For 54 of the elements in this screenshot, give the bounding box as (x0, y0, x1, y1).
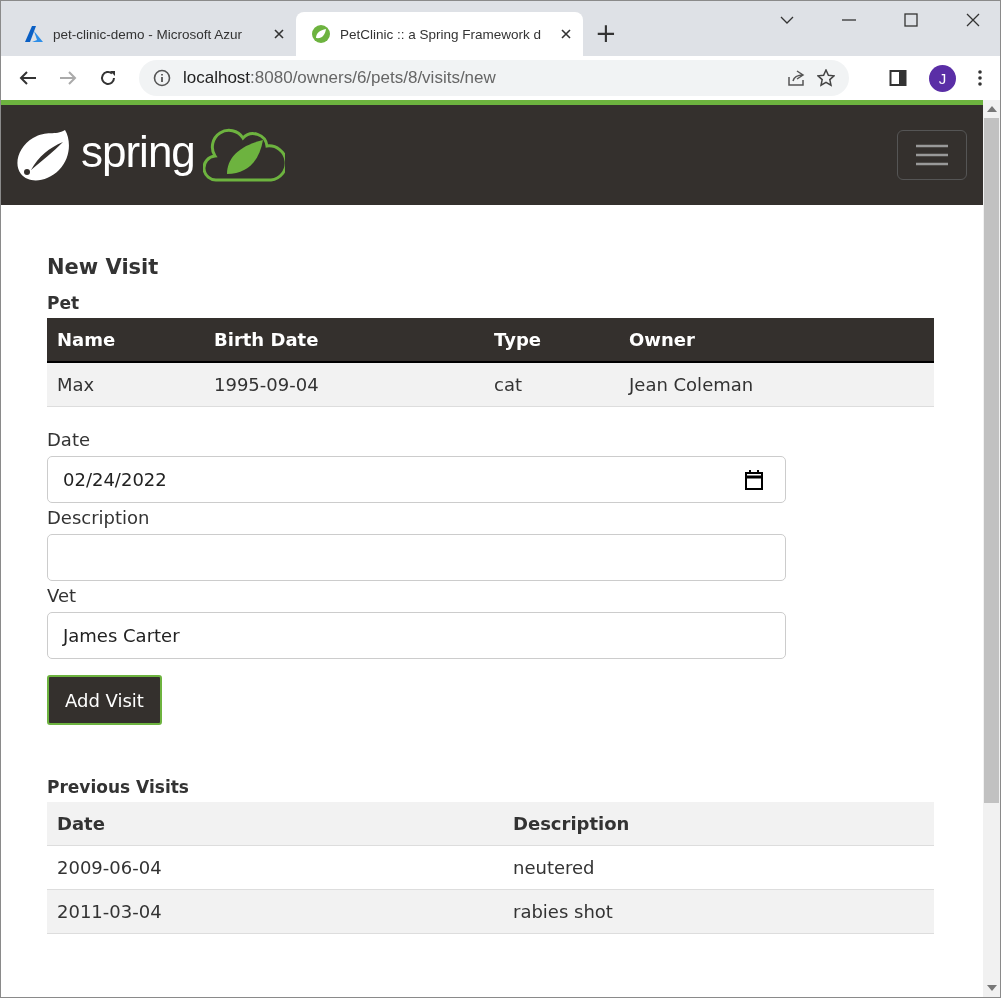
profile-avatar[interactable]: J (929, 64, 956, 92)
cloud-leaf-logo-icon (202, 128, 285, 182)
calendar-icon[interactable] (745, 469, 763, 490)
info-icon (153, 69, 171, 87)
scrollbar[interactable] (983, 100, 1000, 997)
menu-icon (916, 144, 948, 166)
logo-text: spring (81, 127, 195, 177)
section-heading: Previous Visits (47, 777, 190, 797)
add-visit-button[interactable]: Add Visit (47, 675, 162, 725)
vet-field[interactable]: James Carter (47, 612, 786, 659)
reload-icon[interactable] (99, 69, 117, 87)
close-icon[interactable] (274, 29, 284, 39)
field-label: Vet (47, 585, 77, 606)
column-header: Owner (619, 318, 934, 362)
column-header: Date (47, 802, 503, 846)
address-bar[interactable]: localhost:8080/owners/6/pets/8/visits/new (139, 60, 849, 96)
close-icon[interactable] (966, 13, 980, 27)
column-header: Type (484, 318, 619, 362)
star-icon[interactable] (817, 69, 835, 87)
table-cell: 2011-03-04 (47, 889, 503, 934)
leaf-icon (312, 25, 330, 43)
scroll-down-arrow-icon[interactable] (986, 985, 997, 991)
browser-tab[interactable]: PetClinic :: a Spring Framework d (296, 12, 583, 56)
table-cell: Jean Coleman (619, 362, 934, 407)
menu-toggle-button[interactable] (897, 130, 967, 180)
browser-tab[interactable]: pet-clinic-demo - Microsoft Azur (9, 12, 296, 56)
table-cell: rabies shot (503, 889, 934, 934)
table-cell: 2009-06-04 (47, 845, 503, 890)
table-cell: 1995-09-04 (204, 362, 484, 407)
chevron-down-icon[interactable] (780, 16, 794, 24)
column-header: Description (503, 802, 934, 846)
field-label: Description (47, 507, 150, 528)
column-header: Birth Date (204, 318, 484, 362)
field-label: Date (47, 429, 91, 450)
maximize-icon[interactable] (904, 13, 918, 27)
back-arrow-icon[interactable] (19, 70, 37, 86)
table-cell: neutered (503, 845, 934, 890)
date-field[interactable]: 02/24/2022 (47, 456, 786, 503)
tab-title: pet-clinic-demo - Microsoft Azur (53, 26, 244, 42)
new-tab-button[interactable]: + (591, 16, 621, 50)
page-title: New Visit (47, 255, 160, 279)
table-cell: cat (484, 362, 619, 407)
share-icon[interactable] (787, 69, 805, 87)
close-icon[interactable] (561, 29, 571, 39)
url-text: localhost:8080/owners/6/pets/8/visits/new (183, 68, 497, 88)
description-field[interactable] (47, 534, 786, 581)
azure-logo-icon (25, 26, 43, 42)
tab-title: PetClinic :: a Spring Framework d (340, 26, 543, 42)
section-heading: Pet (47, 293, 81, 313)
side-panel-icon[interactable] (889, 69, 907, 87)
more-options-icon[interactable] (978, 70, 982, 86)
column-header: Name (47, 318, 204, 362)
scroll-up-arrow-icon[interactable] (986, 106, 997, 112)
table-cell: Max (47, 362, 204, 407)
